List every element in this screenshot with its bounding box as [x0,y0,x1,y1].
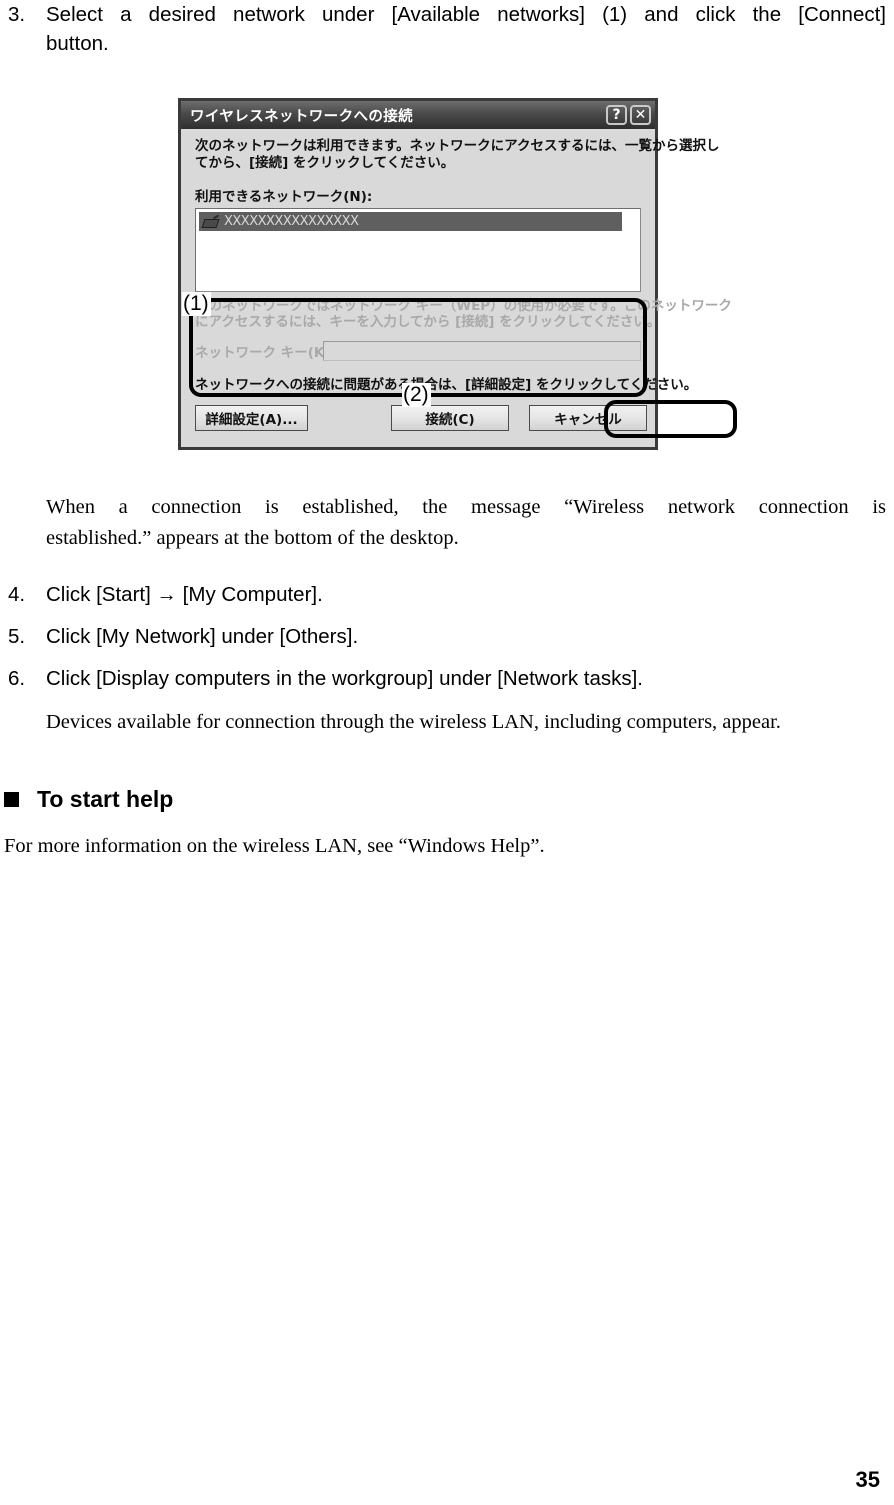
advanced-settings-button[interactable]: 詳細設定(A)... [195,405,308,431]
wep-notice-line-1: このネットワークではネットワーク キー（WEP）の使用が必要です。このネットワー… [195,298,732,314]
page-number: 35 [855,1467,880,1492]
step-3-text: Select a desired network under [Availabl… [46,0,886,58]
section-heading-to-start-help: To start help [4,786,173,813]
help-icon[interactable]: ? [606,105,627,125]
help-body-paragraph: For more information on the wireless LAN… [4,835,545,857]
devices-available-paragraph: Devices available for connection through… [46,711,781,733]
callout-label-2: (2) [402,383,431,407]
list-item[interactable]: XXXXXXXXXXXXXXXX [199,212,623,231]
connect-button[interactable]: 接続(C) [391,405,509,431]
available-networks-listbox[interactable]: XXXXXXXXXXXXXXXX [195,208,641,292]
dialog-intro-line-1: 次のネットワークは利用できます。ネットワークにアクセスするには、一覧から選択し [195,138,720,154]
step-5: 5. Click [My Network] under [Others]. [8,622,886,651]
step-3-line-2: button. [46,32,109,55]
network-key-input[interactable] [323,341,641,361]
square-bullet-icon [4,792,19,807]
step-6: 6. Click [Display computers in the workg… [8,664,886,693]
step-6-text: Click [Display computers in the workgrou… [46,667,644,690]
step-6-number: 6. [8,667,26,690]
close-icon[interactable]: ✕ [630,105,651,125]
dialog-title: ワイヤレスネットワークへの接続 [190,108,414,125]
step-3-number: 3. [8,3,26,26]
dialog-button-row: 詳細設定(A)... 接続(C) キャンセル [195,405,647,431]
step-4-text: Click [Start] → [My Computer]. [46,583,323,606]
step-5-number: 5. [8,625,26,648]
available-networks-label: 利用できるネットワーク(N): [195,189,373,205]
dialog-intro-line-2: てから、[接続] をクリックしてください。 [195,155,455,171]
network-key-label: ネットワーク キー(K): [195,345,336,361]
connection-established-line-2: established.” appears at the bottom of t… [46,527,459,549]
cancel-button[interactable]: キャンセル [529,405,647,431]
step-3: 3. Select a desired network under [Avail… [8,0,886,58]
step-4: 4. Click [Start] → [My Computer]. [8,580,886,609]
list-item-ssid: XXXXXXXXXXXXXXXX [224,214,359,229]
wep-notice-line-2: にアクセスするには、キーを入力してから [接続] をクリックしてください。 [195,314,661,330]
step-4-number: 4. [8,583,26,606]
step-3-line-1: Select a desired network under [Availabl… [46,3,886,26]
callout-label-1: (1) [182,292,211,316]
network-adapter-icon [201,214,220,228]
section-heading-label: To start help [37,786,174,812]
dialog-titlebar: ワイヤレスネットワークへの接続 ? ✕ [181,101,655,129]
wireless-network-dialog-figure: ワイヤレスネットワークへの接続 ? ✕ 次のネットワークは利用できます。ネットワ… [178,98,737,450]
step-5-text: Click [My Network] under [Others]. [46,625,359,648]
connection-established-paragraph: When a connection is established, the me… [46,492,886,554]
network-key-row: ネットワーク キー(K): [195,341,641,361]
connection-established-line-1: When a connection is established, the me… [46,496,886,518]
